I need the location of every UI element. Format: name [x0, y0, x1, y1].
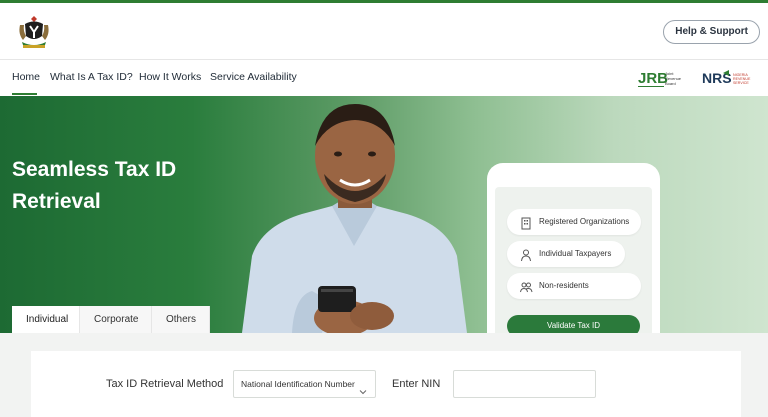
nav-item-how-it-works[interactable]: How It Works: [139, 71, 201, 83]
taxpayer-type-tabs: Individual Corporate Others: [12, 306, 210, 333]
hero-banner: Seamless Tax ID Retrieval Registered Org…: [0, 96, 768, 333]
option-registered-organizations[interactable]: Registered Organizations: [507, 209, 641, 235]
site-header: Help & Support: [0, 3, 768, 60]
nin-input[interactable]: [453, 370, 596, 398]
svg-text:Board: Board: [665, 81, 676, 86]
nrs-logo: NRS NIGERIA REVENUE SERVICE: [702, 67, 762, 89]
hero-title: Seamless Tax ID Retrieval: [12, 158, 177, 213]
retrieval-method-value: National Identification Number: [241, 379, 355, 389]
retrieval-form-section: Tax ID Retrieval Method National Identif…: [0, 333, 768, 417]
retrieval-form-card: Tax ID Retrieval Method National Identif…: [31, 351, 741, 417]
retrieval-method-select[interactable]: National Identification Number: [233, 370, 376, 398]
group-icon: [519, 279, 533, 293]
option-individual-taxpayers[interactable]: Individual Taxpayers: [507, 241, 625, 267]
validate-tax-id-button[interactable]: Validate Tax ID: [507, 315, 640, 333]
tab-others[interactable]: Others: [152, 306, 210, 333]
option-non-residents[interactable]: Non-residents: [507, 273, 641, 299]
retrieval-method-label: Tax ID Retrieval Method: [106, 378, 224, 390]
active-nav-underline: [12, 93, 37, 95]
help-support-button[interactable]: Help & Support: [663, 20, 760, 44]
nav-item-home[interactable]: Home: [12, 71, 40, 83]
tab-corporate[interactable]: Corporate: [80, 306, 152, 333]
person-icon: [519, 247, 533, 262]
option-label: Registered Organizations: [539, 217, 630, 226]
nav-item-service-availability[interactable]: Service Availability: [210, 71, 297, 83]
main-nav: Home What Is A Tax ID? How It Works Serv…: [0, 60, 768, 96]
nav-item-what-is-tax-id[interactable]: What Is A Tax ID?: [50, 71, 133, 83]
chevron-down-icon: [359, 380, 367, 395]
person-with-phone-illustration: [232, 96, 472, 333]
nin-label: Enter NIN: [392, 378, 441, 390]
building-icon: [519, 215, 533, 230]
svg-text:SERVICE: SERVICE: [733, 81, 749, 85]
jrb-logo: JRB Joint Revenue Board: [638, 67, 690, 89]
tab-individual[interactable]: Individual: [12, 306, 80, 333]
coat-of-arms-icon[interactable]: [14, 12, 54, 52]
jrb-logo-text: JRB: [638, 70, 668, 87]
option-label: Non-residents: [539, 281, 589, 290]
option-label: Individual Taxpayers: [539, 249, 612, 258]
